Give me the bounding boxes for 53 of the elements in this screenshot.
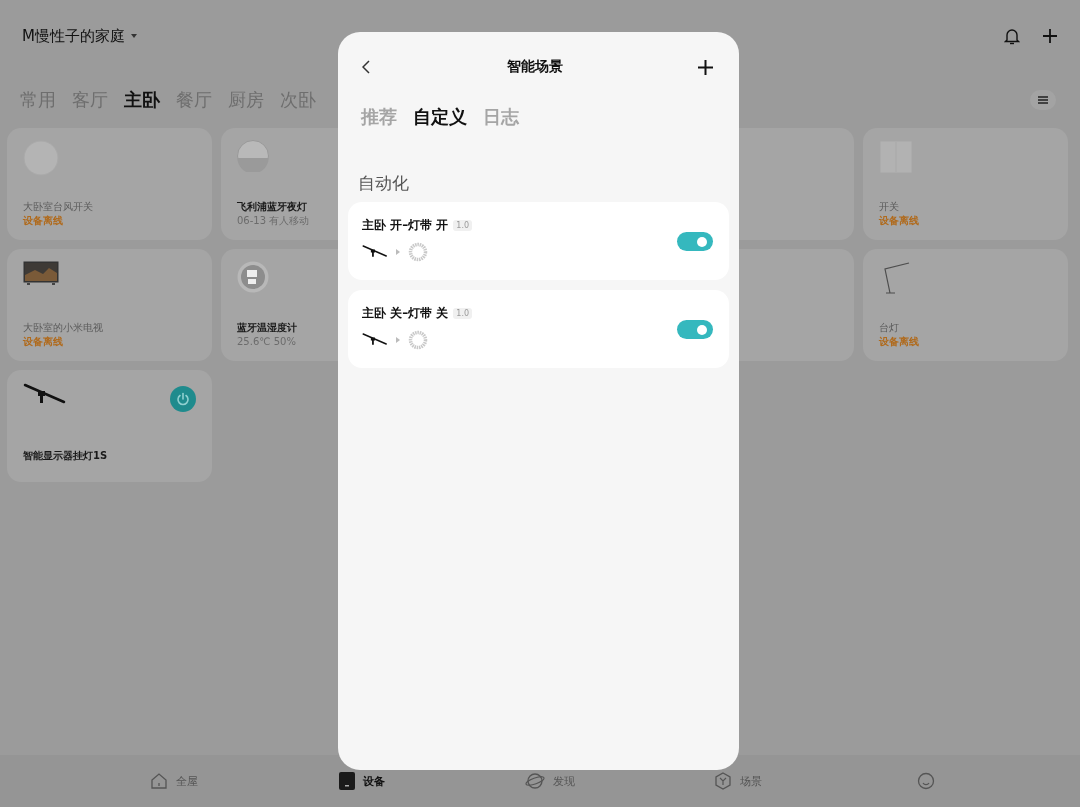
caret-icon (130, 34, 137, 38)
scene-card[interactable]: 主卧 关–灯带 关 1.0 (348, 290, 729, 368)
ring-icon (408, 330, 428, 350)
device-name: 飞利浦蓝牙夜灯 (237, 200, 307, 214)
nav-tab[interactable]: 场景 (678, 772, 798, 790)
device-status: 设备离线 (23, 335, 63, 349)
bell-icon[interactable] (1004, 27, 1020, 45)
add-button[interactable] (698, 59, 713, 75)
dialog-title: 智能场景 (506, 58, 563, 76)
device-card[interactable]: 智能显示器挂灯1S (7, 370, 212, 482)
toggle-switch[interactable] (677, 232, 713, 251)
menu-button[interactable] (1030, 90, 1056, 110)
power-icon (176, 392, 190, 406)
device-card[interactable]: 大卧室的小米电视 设备离线 (7, 249, 212, 361)
version-tag: 1.0 (453, 308, 473, 319)
tab[interactable]: 自定义 (413, 105, 467, 129)
toggle-switch[interactable] (677, 320, 713, 339)
home-selector[interactable]: M慢性子的家庭 (22, 26, 137, 46)
device-status: 设备离线 (879, 335, 919, 349)
menu-icon (1038, 96, 1048, 104)
section-heading: 自动化 (358, 172, 410, 195)
planet-icon (525, 772, 545, 790)
arrow-icon (396, 337, 400, 343)
device-name: 大卧室台风开关 (23, 200, 93, 214)
add-icon[interactable] (1042, 28, 1058, 44)
device-name: 蓝牙温湿度计 (237, 321, 297, 335)
device-name: 大卧室的小米电视 (23, 321, 103, 335)
device-status: 设备离线 (879, 214, 919, 228)
device-name: 台灯 (879, 321, 899, 335)
device-name: 智能显示器挂灯1S (23, 449, 108, 463)
nav-tab[interactable]: 设备 (302, 772, 422, 790)
device-status: 设备离线 (23, 214, 63, 228)
tv-icon (23, 261, 59, 285)
device-name: 开关 (879, 200, 899, 214)
nav-tab[interactable]: 全屋 (114, 772, 234, 790)
house-icon (150, 772, 168, 790)
arrow-icon (396, 249, 400, 255)
power-button[interactable] (170, 386, 196, 412)
room-tab[interactable]: 主卧 (124, 88, 160, 112)
back-button[interactable] (362, 60, 371, 74)
tab[interactable]: 推荐 (361, 105, 397, 129)
device-card[interactable]: 台灯 设备离线 (863, 249, 1068, 361)
scene-card[interactable]: 主卧 开–灯带 开 1.0 (348, 202, 729, 280)
ring-icon (408, 242, 428, 262)
tab[interactable]: 日志 (483, 105, 519, 129)
device-card[interactable]: 开关 设备离线 (863, 128, 1068, 240)
hexagon-icon (714, 772, 732, 790)
night-light-icon (237, 140, 269, 172)
device-card[interactable]: 大卧室台风开关 设备离线 (7, 128, 212, 240)
device-status: 25.6℃ 50% (237, 335, 296, 349)
device-icon (339, 772, 355, 790)
version-tag: 1.0 (453, 220, 473, 231)
hygrometer-icon (237, 261, 269, 293)
